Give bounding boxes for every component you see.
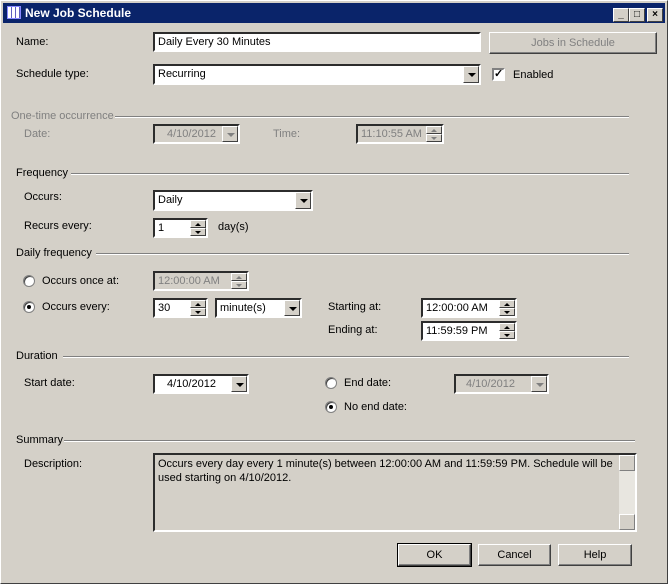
one-time-time-spinner[interactable]: 11:10:55 AM [356, 124, 444, 144]
schedule-type-select[interactable]: Recurring [153, 64, 481, 85]
summary-header-text: Summary [16, 434, 64, 446]
duration-header: Duration [16, 350, 629, 362]
starting-at-value: 12:00:00 AM [426, 302, 488, 314]
enabled-checkbox[interactable]: ✓ [492, 68, 505, 81]
starting-at-label: Starting at: [328, 301, 382, 313]
recurs-every-value: 1 [158, 222, 165, 234]
duration-header-text: Duration [16, 350, 58, 362]
occurs-once-label: Occurs once at: [42, 275, 120, 287]
end-date-radio[interactable] [325, 377, 337, 389]
recurs-unit-label: day(s) [218, 221, 249, 233]
start-date-label: Start date: [24, 377, 75, 389]
title-bar[interactable]: New Job Schedule _ □ × [3, 3, 665, 23]
occurs-every-label: Occurs every: [42, 301, 110, 313]
recurs-every-spinner[interactable]: 1 [153, 218, 208, 238]
jobs-in-schedule-button[interactable]: Jobs in Schedule [489, 32, 657, 54]
occurs-once-time-value: 12:00:00 AM [158, 275, 220, 287]
end-date-label: End date: [344, 377, 392, 389]
spinner-arrows-icon[interactable] [499, 323, 515, 339]
chevron-down-icon[interactable] [231, 376, 247, 392]
occurs-select[interactable]: Daily [153, 190, 313, 211]
close-button[interactable]: × [647, 8, 663, 22]
occurs-every-radio[interactable] [23, 301, 35, 313]
schedule-type-label: Schedule type: [16, 68, 89, 80]
dialog-window: New Job Schedule _ □ × Name: Daily Every… [0, 0, 668, 584]
scroll-up-icon[interactable] [619, 455, 635, 471]
frequency-header-text: Frequency [16, 167, 68, 179]
enabled-label: Enabled [513, 69, 554, 81]
schedule-type-value: Recurring [158, 68, 206, 80]
end-date-value: 4/10/2012 [466, 378, 515, 390]
chevron-down-icon[interactable] [531, 376, 547, 392]
start-date-value: 4/10/2012 [167, 378, 216, 390]
one-time-time-value: 11:10:55 AM [361, 128, 422, 140]
occurs-every-unit-select[interactable]: minute(s) [215, 298, 302, 318]
chevron-down-icon[interactable] [284, 300, 300, 316]
scrollbar[interactable] [619, 455, 635, 530]
no-end-date-label: No end date: [344, 401, 407, 413]
name-label: Name: [16, 36, 49, 48]
ok-button[interactable]: OK [397, 543, 472, 567]
occurs-label: Occurs: [24, 191, 62, 203]
occurs-every-unit-value: minute(s) [220, 302, 266, 314]
date-label: Date: [24, 128, 51, 140]
spinner-arrows-icon[interactable] [426, 126, 442, 142]
spinner-arrows-icon[interactable] [231, 273, 247, 289]
chevron-down-icon[interactable] [463, 66, 479, 83]
ending-at-value: 11:59:59 PM [426, 325, 488, 337]
window-title: New Job Schedule [25, 6, 132, 20]
occurs-every-spinner[interactable]: 30 [153, 298, 208, 318]
one-time-header-text: One-time occurrence [11, 110, 114, 122]
help-button[interactable]: Help [558, 544, 632, 566]
daily-frequency-header: Daily frequency [16, 247, 629, 259]
one-time-date-picker[interactable]: 4/10/2012 [153, 124, 240, 144]
occurs-once-radio[interactable] [23, 275, 35, 287]
cancel-button[interactable]: Cancel [478, 544, 551, 566]
description-text: Occurs every day every 1 minute(s) betwe… [158, 458, 613, 484]
end-date-picker[interactable]: 4/10/2012 [454, 374, 549, 394]
occurs-once-time-spinner[interactable]: 12:00:00 AM [153, 271, 249, 291]
spinner-arrows-icon[interactable] [190, 300, 206, 316]
ending-at-label: Ending at: [328, 324, 378, 336]
start-date-picker[interactable]: 4/10/2012 [153, 374, 249, 394]
no-end-date-radio[interactable] [325, 401, 337, 413]
calendar-icon [7, 6, 21, 19]
ending-at-spinner[interactable]: 11:59:59 PM [421, 321, 517, 341]
recurs-every-label: Recurs every: [24, 220, 92, 232]
maximize-button[interactable]: □ [629, 8, 645, 22]
summary-header: Summary [16, 434, 635, 446]
name-input[interactable]: Daily Every 30 Minutes [153, 32, 481, 52]
description-textarea[interactable]: Occurs every day every 1 minute(s) betwe… [153, 453, 637, 532]
one-time-date-value: 4/10/2012 [167, 128, 216, 140]
one-time-header: One-time occurrence [11, 110, 629, 122]
daily-frequency-header-text: Daily frequency [16, 247, 92, 259]
chevron-down-icon[interactable] [222, 126, 238, 142]
spinner-arrows-icon[interactable] [499, 300, 515, 316]
frequency-header: Frequency [16, 167, 629, 179]
chevron-down-icon[interactable] [295, 192, 311, 209]
description-label: Description: [24, 458, 83, 470]
minimize-button[interactable]: _ [613, 8, 629, 22]
time-label: Time: [273, 128, 301, 140]
starting-at-spinner[interactable]: 12:00:00 AM [421, 298, 517, 318]
occurs-every-value: 30 [158, 302, 171, 314]
occurs-value: Daily [158, 194, 183, 206]
spinner-arrows-icon[interactable] [190, 220, 206, 236]
scroll-down-icon[interactable] [619, 514, 635, 530]
